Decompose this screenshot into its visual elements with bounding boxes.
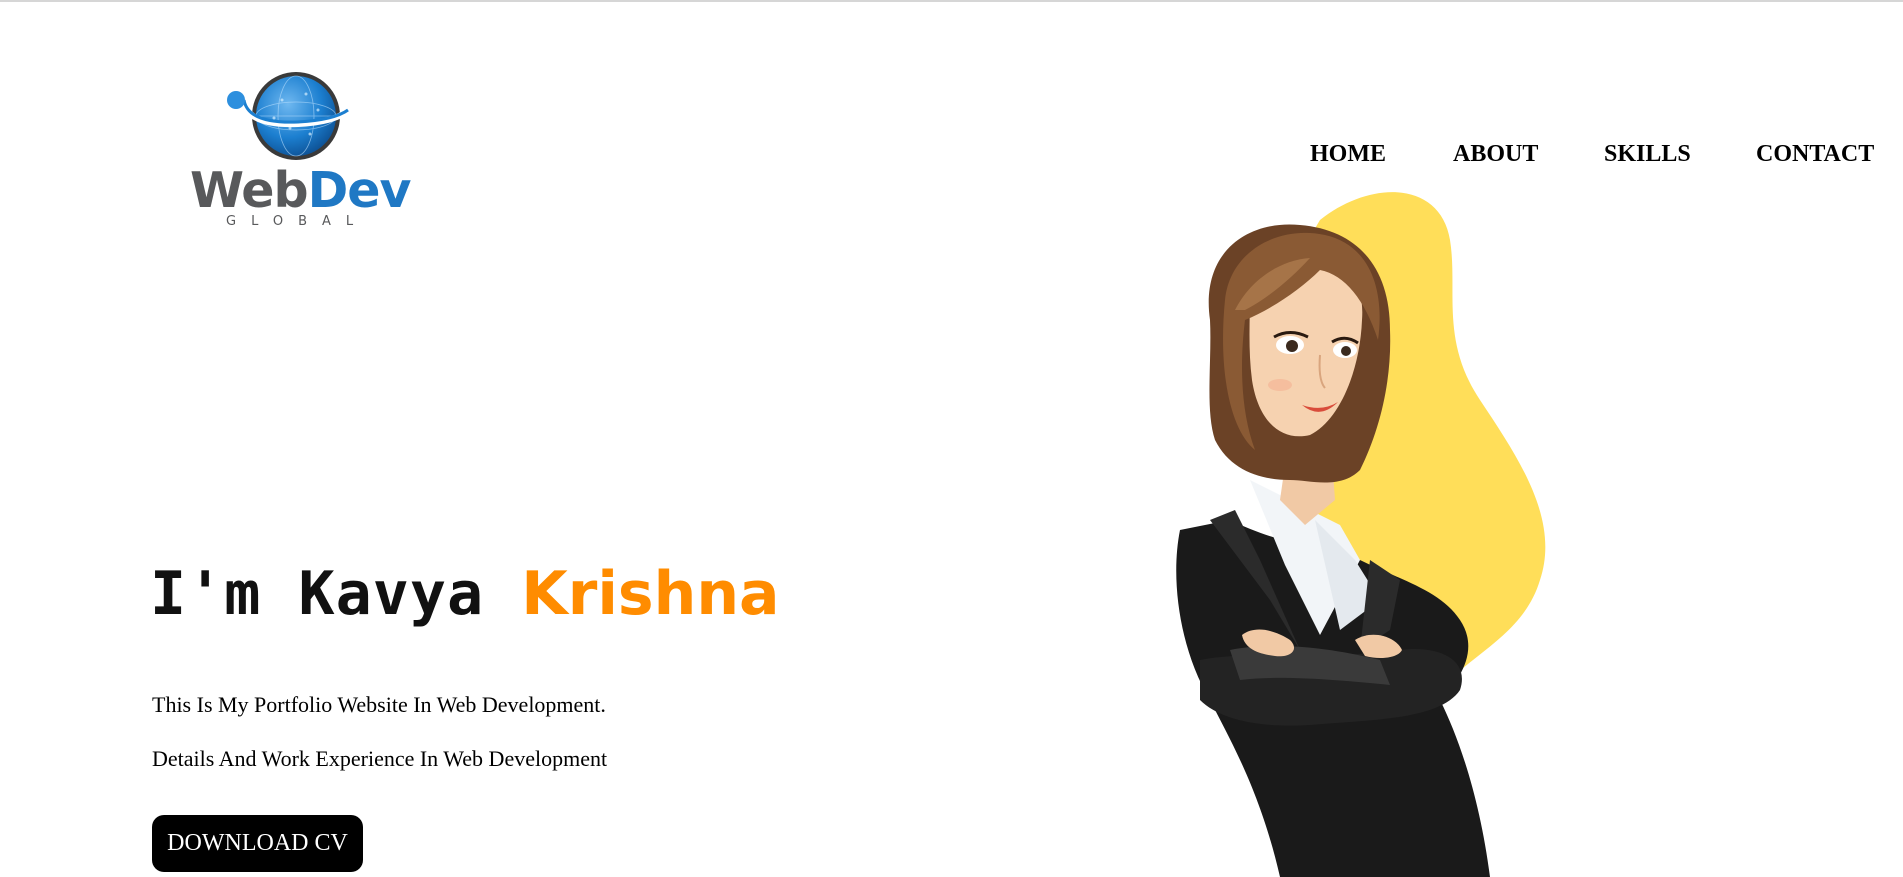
logo-word-web: Web [190,162,309,219]
logo-subtitle: GLOBAL [226,214,369,229]
site-logo[interactable]: WebDev GLOBAL [186,70,426,232]
hero-intro-line: This Is My Portfolio Website In Web Deve… [152,692,606,717]
top-divider [0,0,1903,2]
woman-avatar-image [1176,192,1546,877]
nav-contact[interactable]: CONTACT [1756,139,1874,169]
portfolio-page: WebDev GLOBAL HOME ABOUT SKILLS CONTACT [0,0,1903,877]
nav-home[interactable]: HOME [1310,139,1386,169]
nav-about[interactable]: ABOUT [1453,139,1538,169]
logo-wordmark: WebDev [190,166,411,215]
nav-skills[interactable]: SKILLS [1604,139,1691,169]
logo-word-dev: Dev [307,162,412,219]
hero-illustration [1140,180,1620,877]
globe-orbit-icon [227,72,351,160]
download-cv-button[interactable]: DOWNLOAD CV [152,815,363,872]
hero-details-line: Details And Work Experience In Web Devel… [152,746,608,771]
hero-title-first: I'm Kavya [150,559,522,629]
hero-title: I'm Kavya Krishna [150,558,780,630]
hero-title-last: Krishna [521,559,780,629]
